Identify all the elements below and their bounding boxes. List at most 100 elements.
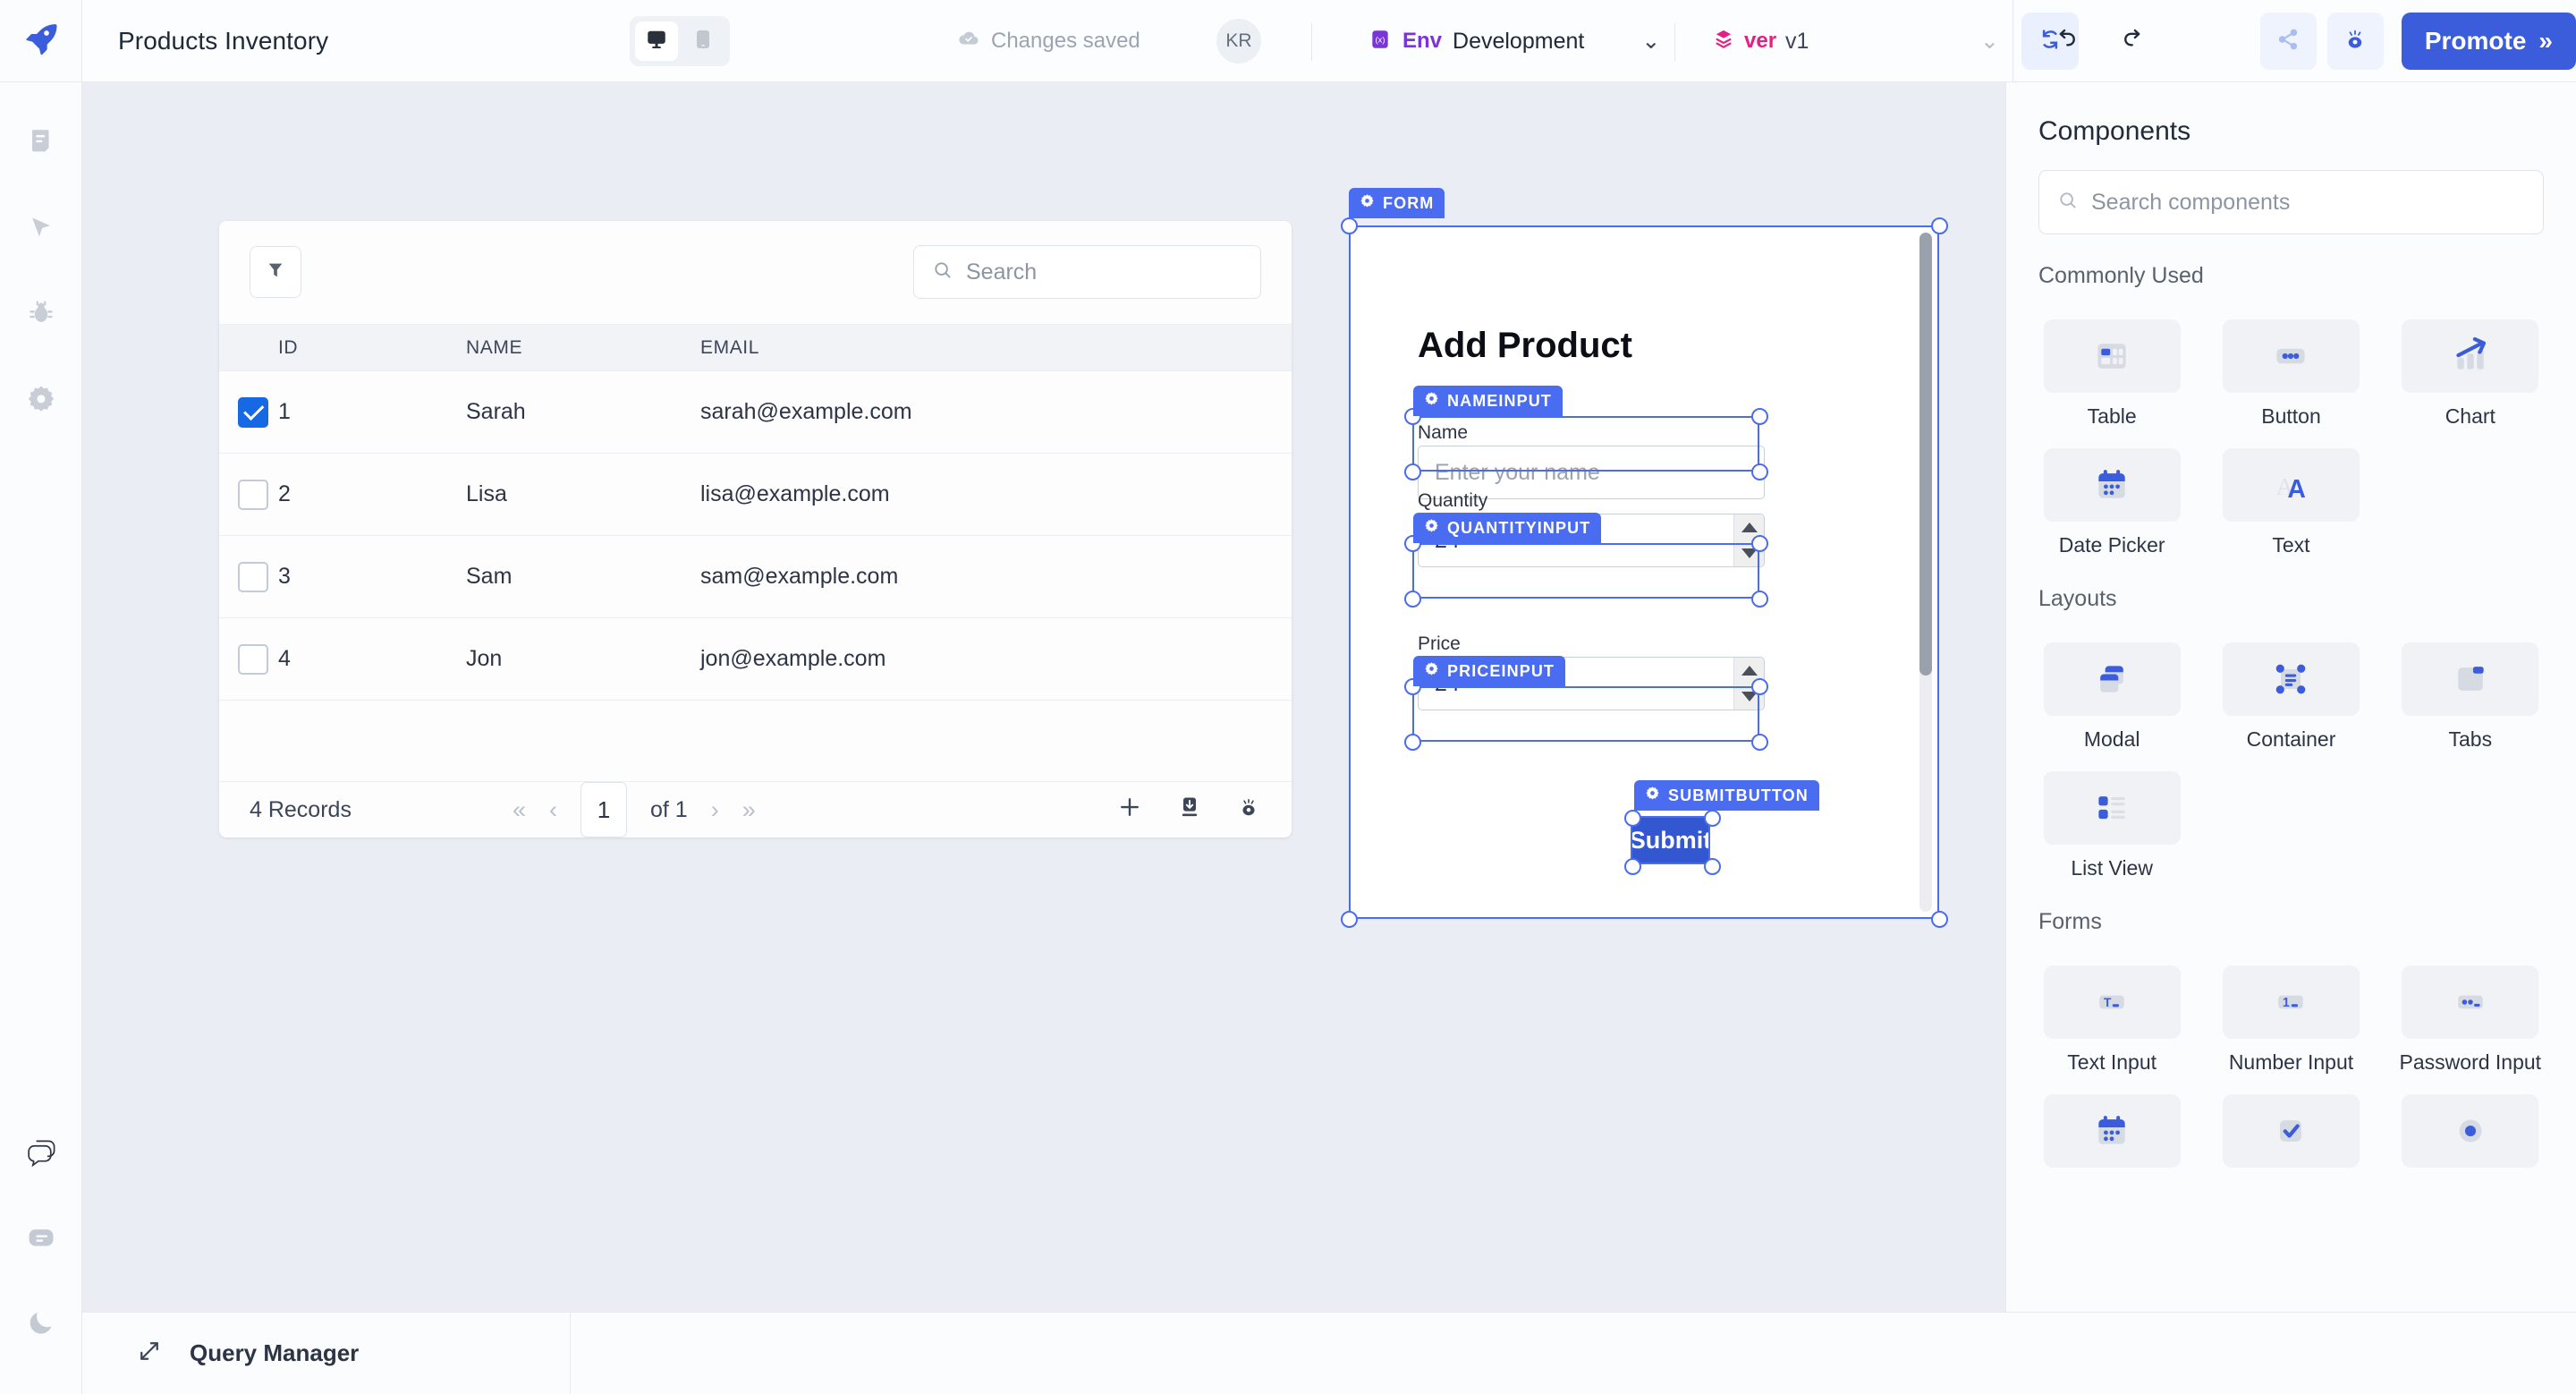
- resize-handle-br[interactable]: [1704, 858, 1721, 875]
- form-resize-handle-tl[interactable]: [1341, 217, 1358, 234]
- environment-selector[interactable]: (x) Env Development ⌄: [1368, 0, 1660, 82]
- sidebar-item-settings[interactable]: [18, 378, 64, 424]
- form-widget[interactable]: Add Product Name Enter your name Quantit…: [1349, 225, 1939, 919]
- cell-email: lisa@example.com: [700, 481, 890, 507]
- resize-handle-br[interactable]: [1751, 591, 1768, 608]
- resize-handle-tr[interactable]: [1704, 810, 1721, 827]
- form-resize-handle-bl[interactable]: [1341, 911, 1358, 928]
- filter-button[interactable]: [250, 246, 301, 299]
- component-tile-label: Table: [2087, 404, 2137, 428]
- device-mobile-button[interactable]: [682, 21, 724, 61]
- component-tile-table[interactable]: Table: [2038, 319, 2185, 429]
- pagination-first-button[interactable]: «: [513, 796, 526, 824]
- component-tile-text[interactable]: AA Text: [2217, 448, 2364, 557]
- resize-handle-tl[interactable]: [1624, 810, 1641, 827]
- pagination-last-button[interactable]: »: [742, 796, 756, 824]
- form-badge[interactable]: FORM: [1349, 188, 1445, 218]
- component-tile-date-picker[interactable]: Date Picker: [2038, 448, 2185, 557]
- component-tile-modal[interactable]: Modal: [2038, 642, 2185, 752]
- sidebar-item-inspector[interactable]: [18, 206, 64, 252]
- sidebar-item-dark-mode[interactable]: [18, 1301, 64, 1347]
- quantityinput-badge[interactable]: QUANTITYINPUT: [1413, 513, 1602, 543]
- submitbutton-badge[interactable]: SUBMITBUTTON: [1634, 780, 1819, 811]
- device-desktop-button[interactable]: [635, 21, 678, 61]
- column-header-email[interactable]: EMAIL: [700, 337, 1292, 359]
- form-resize-handle-br[interactable]: [1931, 911, 1948, 928]
- component-tile-button[interactable]: Button: [2217, 319, 2364, 429]
- table-row[interactable]: 4 Jon jon@example.com: [219, 618, 1292, 701]
- pagination-page-input[interactable]: 1: [580, 782, 627, 838]
- component-tile-password-input[interactable]: Password Input: [2397, 965, 2544, 1075]
- app-logo[interactable]: [0, 0, 82, 82]
- resize-handle-tr[interactable]: [1751, 678, 1768, 695]
- promote-button[interactable]: Promote »: [2401, 13, 2576, 70]
- table-row[interactable]: 3 Sam sam@example.com: [219, 536, 1292, 619]
- resize-handle-br[interactable]: [1751, 734, 1768, 751]
- component-tile-list-view[interactable]: List View: [2038, 771, 2185, 880]
- table-search-input[interactable]: [966, 259, 1242, 285]
- submit-button[interactable]: Submit: [1630, 818, 1711, 863]
- stepper-up-icon[interactable]: [1741, 523, 1758, 532]
- component-search[interactable]: [2038, 170, 2544, 234]
- version-selector[interactable]: ver v1 ⌄: [1712, 0, 1999, 82]
- component-tile-chart[interactable]: Chart: [2397, 319, 2544, 429]
- resize-handle-tr[interactable]: [1751, 408, 1768, 425]
- table-widget[interactable]: ID NAME EMAIL 1 Sarah sarah@example.com: [219, 221, 1292, 838]
- eye-hide-columns-icon[interactable]: [1236, 795, 1261, 826]
- submitbutton-badge-label: SUBMITBUTTON: [1668, 786, 1809, 804]
- share-button[interactable]: [2259, 13, 2317, 70]
- form-resize-handle-tr[interactable]: [1931, 217, 1948, 234]
- nameinput-badge[interactable]: NAMEINPUT: [1413, 386, 1563, 416]
- query-manager-toggle[interactable]: Query Manager: [82, 1312, 571, 1394]
- save-status[interactable]: Changes saved: [957, 0, 1140, 82]
- component-tile-radio[interactable]: [2397, 1094, 2544, 1179]
- row-checkbox[interactable]: [238, 643, 268, 675]
- pagination-prev-button[interactable]: ‹: [549, 796, 557, 824]
- version-value: v1: [1785, 28, 1809, 54]
- form-scrollbar-thumb[interactable]: [1919, 233, 1932, 676]
- row-checkbox[interactable]: [238, 479, 268, 510]
- component-tile-container[interactable]: Container: [2217, 642, 2364, 752]
- gear-icon: [1424, 661, 1439, 681]
- avatar[interactable]: KR: [1216, 19, 1261, 64]
- component-tile-label: Tabs: [2448, 727, 2493, 751]
- resize-handle-tr[interactable]: [1751, 535, 1768, 552]
- row-checkbox[interactable]: [238, 561, 268, 592]
- resize-handle-br[interactable]: [1751, 463, 1768, 480]
- column-header-id[interactable]: ID: [278, 337, 466, 359]
- chevron-down-icon[interactable]: ⌄: [1980, 28, 1999, 55]
- table-row[interactable]: 1 Sarah sarah@example.com: [219, 371, 1292, 455]
- chevron-down-icon[interactable]: ⌄: [1641, 28, 1660, 55]
- plus-add-row-icon[interactable]: [1116, 794, 1143, 827]
- component-tile-text-input[interactable]: T Text Input: [2038, 965, 2185, 1075]
- component-tile-number-input[interactable]: 1 Number Input: [2217, 965, 2364, 1075]
- redo-button[interactable]: [2106, 13, 2162, 70]
- table-search[interactable]: [913, 245, 1261, 300]
- sidebar-item-pages[interactable]: [18, 120, 64, 166]
- pagination-next-button[interactable]: ›: [711, 796, 719, 824]
- components-panel-title: Components: [2038, 116, 2191, 146]
- download-icon[interactable]: [1177, 795, 1202, 826]
- resize-handle-bl[interactable]: [1404, 591, 1421, 608]
- sidebar-item-comments[interactable]: [18, 1217, 64, 1263]
- resize-handle-bl[interactable]: [1624, 858, 1641, 875]
- resize-handle-bl[interactable]: [1404, 734, 1421, 751]
- component-tile-label: Text: [2272, 533, 2310, 557]
- preview-button[interactable]: [2326, 13, 2384, 70]
- app-canvas[interactable]: ID NAME EMAIL 1 Sarah sarah@example.com: [82, 82, 2005, 1312]
- eye-preview-icon: [2343, 27, 2368, 56]
- row-checkbox[interactable]: [238, 396, 268, 428]
- component-search-input[interactable]: [2091, 189, 2525, 216]
- priceinput-badge[interactable]: PRICEINPUT: [1413, 656, 1566, 686]
- undo-button[interactable]: [2038, 13, 2095, 70]
- table-row[interactable]: 2 Lisa lisa@example.com: [219, 454, 1292, 537]
- resize-handle-bl[interactable]: [1404, 463, 1421, 480]
- component-tile-date-picker-forms[interactable]: [2038, 1094, 2185, 1179]
- stepper-up-icon[interactable]: [1741, 666, 1758, 676]
- sidebar-item-chat[interactable]: [18, 1133, 64, 1179]
- sidebar-item-debugger[interactable]: [18, 292, 64, 338]
- component-tile-checkbox[interactable]: [2217, 1094, 2364, 1179]
- component-tile-tabs[interactable]: Tabs: [2397, 642, 2544, 752]
- form-scrollbar[interactable]: [1919, 233, 1932, 912]
- column-header-name[interactable]: NAME: [466, 337, 700, 359]
